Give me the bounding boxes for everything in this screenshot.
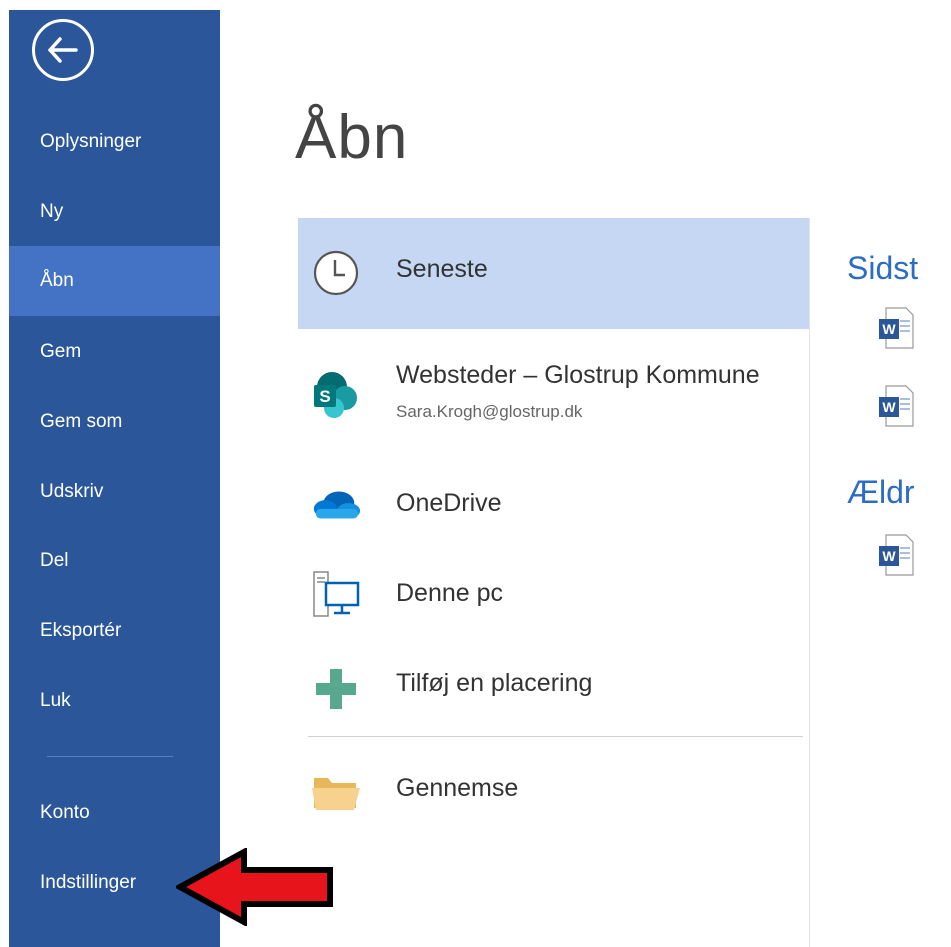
- back-button[interactable]: [32, 19, 94, 81]
- place-label: OneDrive: [396, 489, 502, 517]
- nav-item-label: Gem som: [40, 411, 123, 432]
- clock-icon: [310, 247, 362, 299]
- nav-item-eksporter[interactable]: Eksportér: [9, 596, 220, 666]
- place-label: Websteder – Glostrup Kommune: [396, 361, 760, 389]
- backstage-nav: Oplysninger Ny Åbn Gem Gem som Udskriv D…: [9, 10, 220, 947]
- computer-icon: [310, 569, 362, 621]
- recent-section-header: Ældr: [847, 474, 915, 510]
- folder-icon: [310, 766, 362, 818]
- place-denne-pc[interactable]: Denne pc: [298, 555, 809, 635]
- window: Oplysninger Ny Åbn Gem Gem som Udskriv D…: [0, 0, 951, 947]
- nav-item-udskriv[interactable]: Udskriv: [9, 457, 220, 527]
- svg-text:W: W: [882, 399, 896, 415]
- place-label: Seneste: [396, 255, 488, 283]
- main-pane: Åbn Seneste S Websteder – Glostrup Kommu…: [220, 10, 951, 947]
- sharepoint-icon: S: [310, 369, 362, 421]
- place-onedrive[interactable]: OneDrive: [298, 465, 809, 545]
- place-sublabel-email: Sara.Krogh@glostrup.dk: [396, 402, 583, 421]
- place-gennemse[interactable]: Gennemse: [298, 748, 809, 830]
- nav-item-gem-som[interactable]: Gem som: [9, 387, 220, 457]
- pane-divider: [809, 218, 810, 947]
- nav-item-konto[interactable]: Konto: [9, 778, 220, 848]
- nav-item-del[interactable]: Del: [9, 526, 220, 596]
- place-tilfoej[interactable]: Tilføj en placering: [298, 645, 809, 725]
- svg-text:W: W: [882, 548, 896, 564]
- nav-item-ny[interactable]: Ny: [9, 177, 220, 247]
- nav-item-label: Eksportér: [40, 620, 122, 641]
- onedrive-cloud-icon: [310, 479, 362, 531]
- place-seneste[interactable]: Seneste: [298, 218, 809, 329]
- arrow-left-icon: [48, 37, 78, 63]
- nav-item-gem[interactable]: Gem: [9, 317, 220, 387]
- nav-item-label: Oplysninger: [40, 131, 142, 152]
- place-label: Tilføj en placering: [396, 669, 593, 697]
- nav-item-label: Konto: [40, 802, 90, 823]
- plus-icon: [310, 663, 362, 715]
- nav-item-luk[interactable]: Luk: [9, 666, 220, 736]
- recent-section-header: Sidst: [847, 250, 919, 286]
- places-divider: [308, 736, 803, 737]
- nav-item-label: Ny: [40, 201, 64, 222]
- nav-item-label: Udskriv: [40, 481, 104, 502]
- annotation-arrow-icon: [176, 848, 333, 926]
- place-label: Denne pc: [396, 579, 504, 607]
- nav-divider: [47, 756, 173, 757]
- nav-item-label: Åbn: [40, 270, 74, 291]
- nav-item-label: Indstillinger: [40, 872, 137, 893]
- nav-item-aabn[interactable]: Åbn: [9, 246, 220, 316]
- nav-item-label: Gem: [40, 341, 82, 362]
- place-label: Gennemse: [396, 774, 519, 802]
- nav-item-oplysninger[interactable]: Oplysninger: [9, 107, 220, 177]
- svg-text:S: S: [319, 387, 330, 406]
- word-document-icon[interactable]: W: [878, 385, 914, 427]
- word-document-icon[interactable]: W: [878, 534, 914, 576]
- place-websteder[interactable]: S Websteder – Glostrup Kommune Sara.Krog…: [298, 349, 809, 439]
- page-title: Åbn: [295, 103, 409, 172]
- svg-text:W: W: [882, 321, 896, 337]
- word-document-icon[interactable]: W: [878, 307, 914, 349]
- nav-item-label: Del: [40, 550, 69, 571]
- nav-item-label: Luk: [40, 690, 71, 711]
